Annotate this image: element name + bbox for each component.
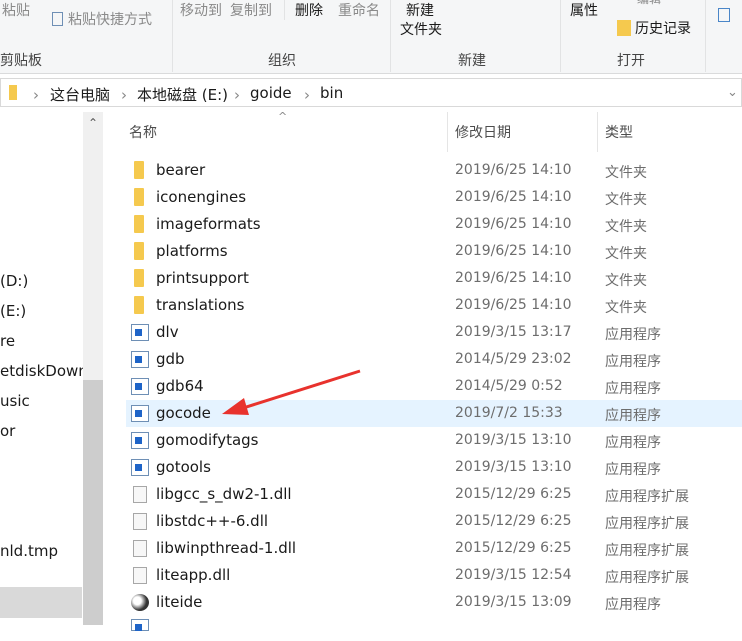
annotation-arrow xyxy=(222,369,361,415)
arrow-shaft xyxy=(239,369,361,411)
arrow-head xyxy=(222,398,249,415)
